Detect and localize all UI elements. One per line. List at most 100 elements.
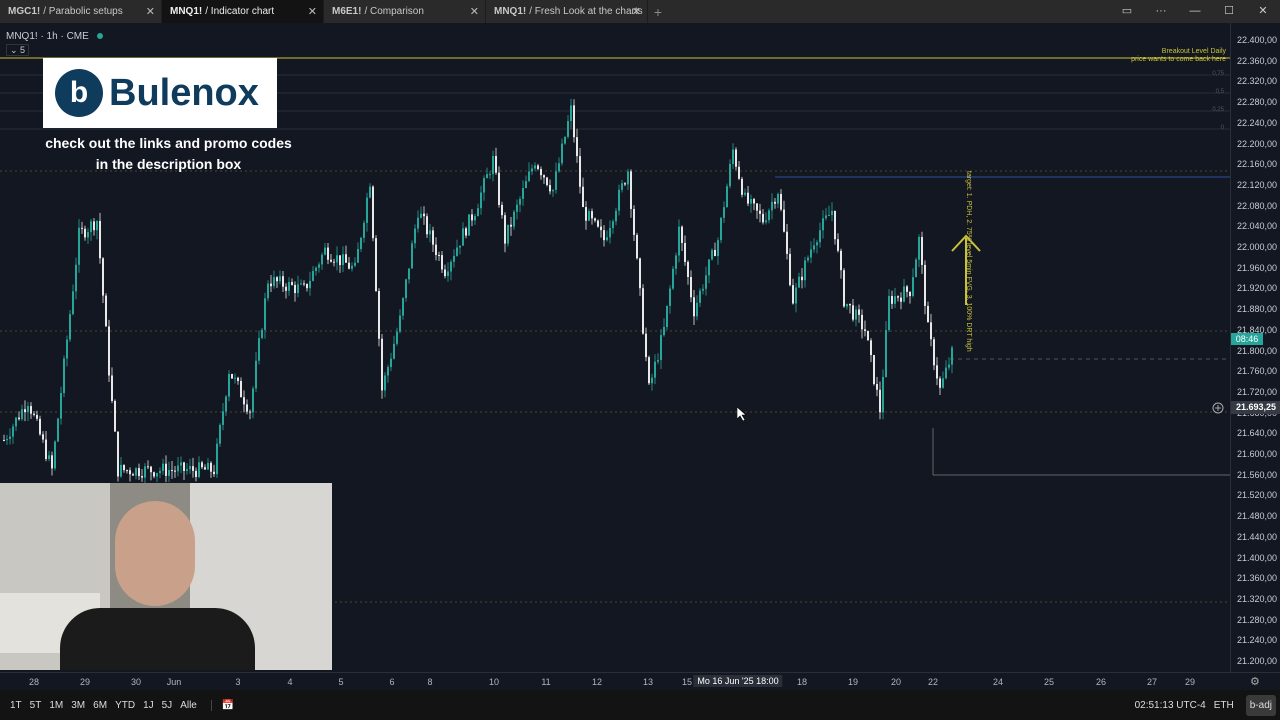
price-label: 22.200,00 bbox=[1237, 138, 1278, 149]
candle-body bbox=[318, 264, 320, 268]
candle-body bbox=[192, 466, 194, 471]
tab-label: / Fresh Look at the charts bbox=[529, 6, 643, 17]
candle-body bbox=[450, 261, 452, 272]
candle-body bbox=[510, 224, 512, 227]
candle-body bbox=[150, 466, 152, 473]
candle-body bbox=[159, 470, 161, 474]
candle-body bbox=[576, 137, 578, 157]
more-icon[interactable]: ··· bbox=[1144, 0, 1178, 23]
candle-body bbox=[414, 228, 416, 244]
candle-body bbox=[753, 199, 755, 204]
price-label: 22.000,00 bbox=[1237, 242, 1278, 252]
candle-body bbox=[588, 211, 590, 221]
close-icon[interactable]: ✕ bbox=[632, 5, 641, 18]
candle-body bbox=[633, 208, 635, 235]
candle-body bbox=[30, 406, 32, 414]
session-toggle[interactable]: ETH bbox=[1214, 700, 1234, 711]
close-icon[interactable]: ✕ bbox=[470, 5, 479, 18]
candle-body bbox=[114, 400, 116, 432]
candle-body bbox=[198, 462, 200, 477]
candle-body bbox=[531, 168, 533, 172]
tab-parabolic-setups[interactable]: MGC1! / Parabolic setups ✕ bbox=[0, 0, 162, 23]
candle-body bbox=[303, 283, 305, 285]
minimize-icon[interactable]: — bbox=[1178, 0, 1212, 23]
date-range-calendar-icon[interactable]: 📅 bbox=[210, 699, 234, 711]
candle-body bbox=[396, 331, 398, 344]
maximize-icon[interactable]: ☐ bbox=[1212, 0, 1246, 23]
range-button-alle[interactable]: Alle bbox=[180, 700, 197, 711]
range-button-ytd[interactable]: YTD bbox=[115, 700, 135, 711]
close-icon[interactable]: ✕ bbox=[146, 5, 155, 18]
range-button-1m[interactable]: 1M bbox=[49, 700, 63, 711]
settings-gear-icon[interactable]: ⚙ bbox=[1250, 675, 1260, 688]
range-button-1t[interactable]: 1T bbox=[10, 700, 22, 711]
candle-body bbox=[564, 136, 566, 144]
range-button-5j[interactable]: 5J bbox=[162, 700, 173, 711]
candle-body bbox=[846, 303, 848, 307]
candle-body bbox=[840, 250, 842, 271]
candle-body bbox=[921, 236, 923, 265]
price-label: 21.800,00 bbox=[1237, 345, 1278, 356]
time-axis[interactable]: ⚙ 28 29 30 Jun 3 4 5 6 8 10 11 12 13 15 Mo 16 Jun '25 … bbox=[0, 672, 1280, 690]
candle-body bbox=[486, 174, 488, 179]
collapse-indicators-button[interactable]: ⌄ 5 bbox=[6, 44, 30, 56]
candle-body bbox=[783, 209, 785, 232]
range-button-5t[interactable]: 5T bbox=[30, 700, 42, 711]
candle-body bbox=[759, 210, 761, 214]
promo-text: check out the links and promo codes in th… bbox=[20, 133, 317, 175]
candle-body bbox=[675, 255, 677, 269]
candle-body bbox=[153, 472, 155, 477]
price-label: 21.480,00 bbox=[1237, 511, 1278, 522]
time-label: 30 bbox=[130, 677, 142, 687]
back-adjust-toggle[interactable]: b-adj bbox=[1245, 694, 1276, 716]
candle-body bbox=[213, 471, 215, 475]
tab-indicator-chart[interactable]: MNQ1! / Indicator chart ✕ bbox=[162, 0, 324, 23]
price-label: 21.280,00 bbox=[1237, 614, 1278, 625]
tab-fresh-look[interactable]: MNQ1! / Fresh Look at the charts ✕ bbox=[486, 0, 648, 23]
candle-body bbox=[765, 220, 767, 223]
candle-body bbox=[42, 434, 44, 440]
candle-body bbox=[816, 242, 818, 246]
candle-body bbox=[282, 276, 284, 287]
price-label: 21.440,00 bbox=[1237, 531, 1278, 542]
candle-body bbox=[513, 211, 515, 227]
candle-body bbox=[939, 378, 941, 388]
candle-body bbox=[177, 465, 179, 472]
layout-icon[interactable]: ▭ bbox=[1110, 0, 1144, 23]
candle-body bbox=[684, 242, 686, 262]
range-button-3m[interactable]: 3M bbox=[71, 700, 85, 711]
close-window-icon[interactable]: ✕ bbox=[1246, 0, 1280, 23]
mouse-cursor-icon bbox=[737, 407, 747, 421]
range-button-1j[interactable]: 1J bbox=[143, 700, 154, 711]
candle-body bbox=[687, 261, 689, 277]
symbol-title: MNQ1! · 1h · CME bbox=[6, 31, 89, 42]
chart-pane[interactable]: MNQ1! · 1h · CME ⌄ 5 Breakout Level Dail… bbox=[0, 23, 1230, 672]
candle-body bbox=[837, 239, 839, 251]
tab-comparison[interactable]: M6E1! / Comparison ✕ bbox=[324, 0, 486, 23]
candle-body bbox=[123, 464, 125, 471]
candle-body bbox=[642, 288, 644, 334]
candle-body bbox=[231, 374, 233, 379]
time-label: 27 bbox=[1146, 677, 1158, 687]
candle-body bbox=[762, 213, 764, 223]
clock[interactable]: 02:51:13 UTC-4 bbox=[1135, 700, 1206, 711]
candle-body bbox=[447, 271, 449, 277]
candle-body bbox=[174, 470, 176, 472]
crosshair-add-icon[interactable] bbox=[1212, 402, 1224, 414]
candle-body bbox=[927, 305, 929, 323]
candle-body bbox=[951, 347, 953, 365]
fib-label: 0,75 bbox=[1212, 71, 1224, 77]
range-button-6m[interactable]: 6M bbox=[93, 700, 107, 711]
candle-body bbox=[717, 240, 719, 257]
close-icon[interactable]: ✕ bbox=[308, 5, 317, 18]
candle-body bbox=[252, 388, 254, 413]
new-tab-button[interactable]: + bbox=[648, 0, 668, 23]
candle-body bbox=[288, 282, 290, 291]
price-axis[interactable]: 21.200,00 21.240,00 21.280,00 21.320,00 21.3… bbox=[1230, 23, 1280, 672]
price-label: 21.400,00 bbox=[1237, 552, 1278, 563]
candle-body bbox=[297, 284, 299, 294]
candle-body bbox=[15, 417, 17, 427]
candle-body bbox=[102, 258, 104, 296]
candle-body bbox=[405, 279, 407, 299]
candle-body bbox=[69, 314, 71, 340]
